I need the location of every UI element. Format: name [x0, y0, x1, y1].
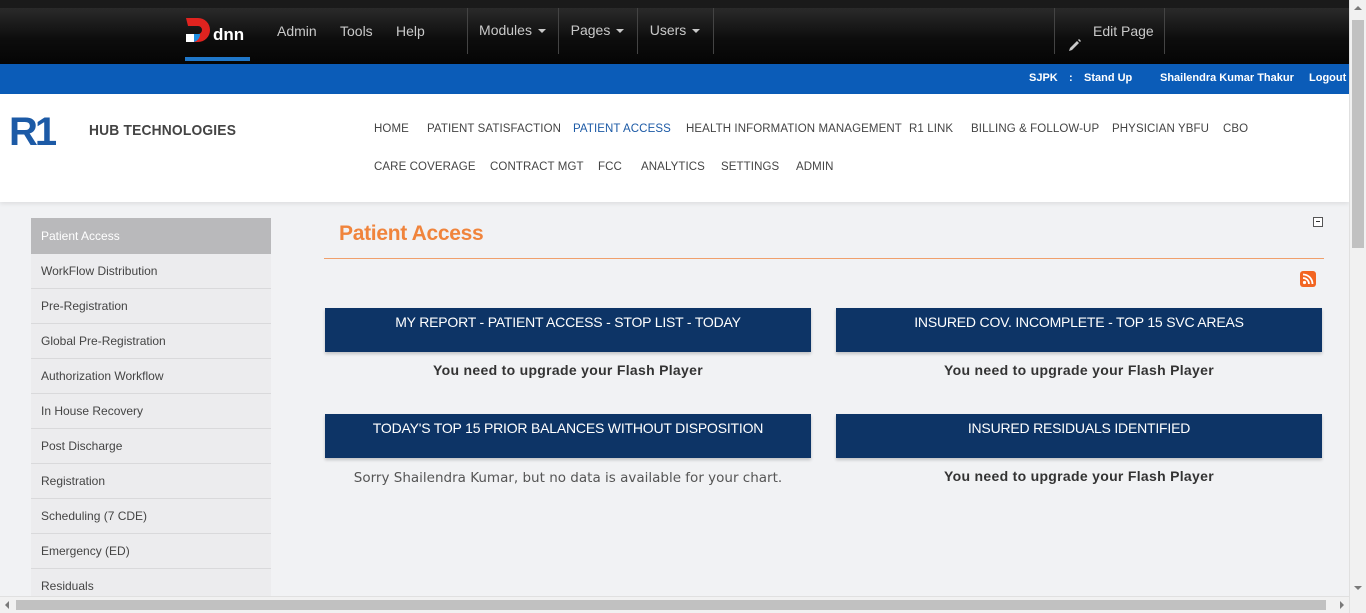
menu-billing-follow-up[interactable]: BILLING & FOLLOW-UP	[971, 123, 1099, 135]
caret-down-icon	[692, 29, 701, 34]
r1-logo[interactable]: R1	[9, 110, 71, 154]
sidebar-nav: Patient Access WorkFlow Distribution Pre…	[31, 218, 271, 599]
menu-settings[interactable]: SETTINGS	[721, 161, 779, 173]
menu-admin[interactable]: ADMIN	[796, 161, 834, 173]
sidebar-item-workflow-distribution[interactable]: WorkFlow Distribution	[31, 254, 271, 289]
menu-fcc[interactable]: FCC	[598, 161, 622, 173]
panel-prior-balances-message: Sorry Shailendra Kumar, but no data is a…	[353, 470, 783, 486]
scroll-down-icon[interactable]	[1354, 586, 1362, 590]
site-header: R1 HUB TECHNOLOGIES HOME PATIENT SATISFA…	[0, 94, 1349, 202]
vertical-scrollbar[interactable]	[1349, 0, 1366, 613]
dnn-logo[interactable]: dnn	[184, 16, 250, 54]
menu-health-information-management[interactable]: HEALTH INFORMATION MANAGEMENT	[686, 123, 902, 135]
pages-dropdown[interactable]: Pages	[558, 8, 637, 54]
page-title: Patient Access	[339, 222, 484, 245]
edit-page-button[interactable]: Edit Page	[1054, 8, 1165, 54]
panel-prior-balances-header: TODAY'S TOP 15 PRIOR BALANCES WITHOUT DI…	[325, 414, 811, 458]
scrollbar-thumb[interactable]	[16, 600, 1326, 610]
scroll-right-icon[interactable]	[1340, 601, 1344, 609]
logout-link[interactable]: Logout	[1309, 72, 1346, 84]
sidebar-item-emergency[interactable]: Emergency (ED)	[31, 534, 271, 569]
sidebar-title[interactable]: Patient Access	[31, 218, 271, 254]
menu-patient-satisfaction[interactable]: PATIENT SATISFACTION	[427, 123, 561, 135]
svg-text:R1: R1	[9, 113, 57, 147]
scroll-left-icon[interactable]	[5, 601, 9, 609]
sidebar-item-registration[interactable]: Registration	[31, 464, 271, 499]
scroll-up-icon[interactable]	[1354, 6, 1362, 10]
users-dropdown[interactable]: Users	[637, 8, 713, 54]
menu-physician-ybfu[interactable]: PHYSICIAN YBFU	[1112, 123, 1209, 135]
sidebar-item-post-discharge[interactable]: Post Discharge	[31, 429, 271, 464]
panel-insured-residuals-message: You need to upgrade your Flash Player	[944, 468, 1214, 484]
nav-admin[interactable]: Admin	[277, 8, 317, 54]
sidebar-item-pre-registration[interactable]: Pre-Registration	[31, 289, 271, 324]
sidebar-item-global-pre-registration[interactable]: Global Pre-Registration	[31, 324, 271, 359]
menu-r1-link[interactable]: R1 LINK	[909, 123, 953, 135]
nav-help[interactable]: Help	[396, 8, 425, 54]
panel-insured-cov-message: You need to upgrade your Flash Player	[944, 362, 1214, 378]
panel-insured-residuals-header: INSURED RESIDUALS IDENTIFIED	[836, 414, 1322, 458]
panel-stop-list-header: MY REPORT - PATIENT ACCESS - STOP LIST -…	[325, 308, 811, 352]
horizontal-scrollbar[interactable]	[0, 596, 1349, 613]
sidebar-item-scheduling[interactable]: Scheduling (7 CDE)	[31, 499, 271, 534]
nav-tools[interactable]: Tools	[340, 8, 373, 54]
logo-active-indicator	[185, 57, 250, 61]
company-name: HUB TECHNOLOGIES	[89, 122, 237, 139]
control-bar: dnn Admin Tools Help Modules Pages Users…	[0, 0, 1349, 64]
panel-insured-cov-header: INSURED COV. INCOMPLETE - TOP 15 SVC ARE…	[836, 308, 1322, 352]
site-code: SJPK	[1029, 72, 1058, 84]
title-divider	[324, 258, 1324, 259]
menu-analytics[interactable]: ANALYTICS	[641, 161, 705, 173]
user-bar: SJPK : Stand Up Shailendra Kumar Thakur …	[0, 64, 1349, 94]
sidebar-item-in-house-recovery[interactable]: In House Recovery	[31, 394, 271, 429]
menu-cbo[interactable]: CBO	[1223, 123, 1248, 135]
rss-icon[interactable]	[1300, 271, 1316, 287]
menu-contract-mgt[interactable]: CONTRACT MGT	[490, 161, 584, 173]
divider	[713, 8, 714, 54]
menu-patient-access[interactable]: PATIENT ACCESS	[573, 123, 671, 135]
modules-dropdown[interactable]: Modules	[467, 8, 558, 54]
svg-text:dnn: dnn	[213, 25, 244, 44]
panel-stop-list-message: You need to upgrade your Flash Player	[433, 362, 703, 378]
caret-down-icon	[537, 29, 546, 34]
menu-home[interactable]: HOME	[374, 123, 409, 135]
separator: :	[1069, 72, 1073, 84]
stand-up-link[interactable]: Stand Up	[1084, 72, 1132, 84]
menu-care-coverage[interactable]: CARE COVERAGE	[374, 161, 476, 173]
caret-down-icon	[616, 29, 625, 34]
user-name-link[interactable]: Shailendra Kumar Thakur	[1160, 72, 1294, 84]
minimize-icon[interactable]	[1313, 217, 1323, 227]
sidebar-item-authorization-workflow[interactable]: Authorization Workflow	[31, 359, 271, 394]
scrollbar-thumb[interactable]	[1352, 20, 1364, 248]
sidebar-item-residuals[interactable]: Residuals	[31, 569, 271, 599]
